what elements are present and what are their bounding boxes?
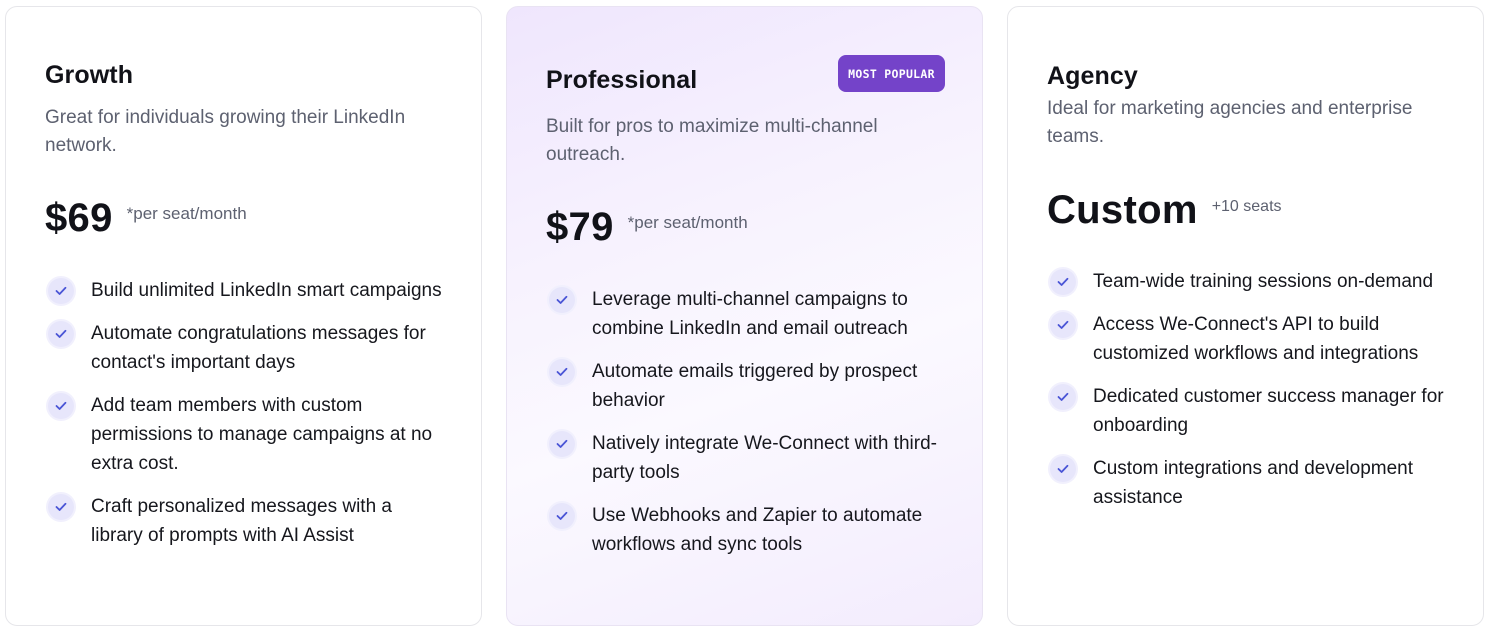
feature-text: Dedicated customer success manager for o… xyxy=(1093,386,1444,436)
price-row: $79 *per seat/month xyxy=(546,205,748,250)
plan-description: Built for pros to maximize multi-channel… xyxy=(546,116,878,165)
feature-item: Add team members with custom permissions… xyxy=(48,391,448,478)
feature-item: Automate congratulations messages for co… xyxy=(48,319,448,377)
feature-text: Build unlimited LinkedIn smart campaigns xyxy=(91,280,442,301)
feature-list: Team-wide training sessions on-demand Ac… xyxy=(1050,267,1450,526)
most-popular-badge: MOST POPULAR xyxy=(838,55,945,92)
check-icon xyxy=(1050,312,1076,338)
plan-description: Ideal for marketing agencies and enterpr… xyxy=(1047,98,1413,147)
feature-text: Add team members with custom permissions… xyxy=(91,395,433,474)
plan-name: Growth xyxy=(45,61,134,89)
check-icon xyxy=(549,359,575,385)
plan-description: Great for individuals growing their Link… xyxy=(45,107,406,156)
feature-text: Leverage multi-channel campaigns to comb… xyxy=(592,289,908,339)
price-row: Custom +10 seats xyxy=(1047,188,1282,233)
plan-name: Agency xyxy=(1047,62,1138,90)
feature-item: Team-wide training sessions on-demand xyxy=(1050,267,1450,296)
feature-item: Automate emails triggered by prospect be… xyxy=(549,357,939,415)
feature-list: Build unlimited LinkedIn smart campaigns… xyxy=(48,276,448,564)
price-note: *per seat/month xyxy=(627,213,748,232)
plan-card-professional: Professional MOST POPULAR Built for pros… xyxy=(506,6,983,626)
plan-name: Professional xyxy=(546,66,698,94)
check-icon xyxy=(48,278,74,304)
plan-price: $69 xyxy=(45,196,113,240)
check-icon xyxy=(549,431,575,457)
check-icon xyxy=(549,503,575,529)
price-note: +10 seats xyxy=(1211,198,1282,215)
check-icon xyxy=(48,393,74,419)
feature-text: Use Webhooks and Zapier to automate work… xyxy=(592,505,923,555)
feature-item: Dedicated customer success manager for o… xyxy=(1050,382,1450,440)
check-icon xyxy=(1050,384,1076,410)
feature-item: Leverage multi-channel campaigns to comb… xyxy=(549,285,939,343)
feature-text: Craft personalized messages with a libra… xyxy=(91,496,392,546)
feature-text: Team-wide training sessions on-demand xyxy=(1093,271,1434,292)
price-row: $69 *per seat/month xyxy=(45,196,247,241)
feature-item: Natively integrate We-Connect with third… xyxy=(549,429,939,487)
plan-price: Custom xyxy=(1047,188,1198,232)
feature-text: Custom integrations and development assi… xyxy=(1093,458,1414,508)
feature-list: Leverage multi-channel campaigns to comb… xyxy=(549,285,939,573)
price-note: *per seat/month xyxy=(126,204,247,223)
feature-item: Access We-Connect's API to build customi… xyxy=(1050,310,1450,368)
check-icon xyxy=(549,287,575,313)
check-icon xyxy=(1050,456,1076,482)
plan-card-growth: Growth Great for individuals growing the… xyxy=(5,6,482,626)
check-icon xyxy=(48,494,74,520)
feature-text: Natively integrate We-Connect with third… xyxy=(592,433,937,483)
feature-text: Automate congratulations messages for co… xyxy=(91,323,426,373)
feature-item: Custom integrations and development assi… xyxy=(1050,454,1450,512)
feature-item: Build unlimited LinkedIn smart campaigns xyxy=(48,276,448,305)
check-icon xyxy=(48,321,74,347)
feature-item: Use Webhooks and Zapier to automate work… xyxy=(549,501,939,559)
check-icon xyxy=(1050,269,1076,295)
plan-card-agency: Agency Ideal for marketing agencies and … xyxy=(1007,6,1484,626)
feature-item: Craft personalized messages with a libra… xyxy=(48,492,448,550)
plan-price: $79 xyxy=(546,205,614,249)
feature-text: Access We-Connect's API to build customi… xyxy=(1093,314,1419,364)
feature-text: Automate emails triggered by prospect be… xyxy=(592,361,918,411)
